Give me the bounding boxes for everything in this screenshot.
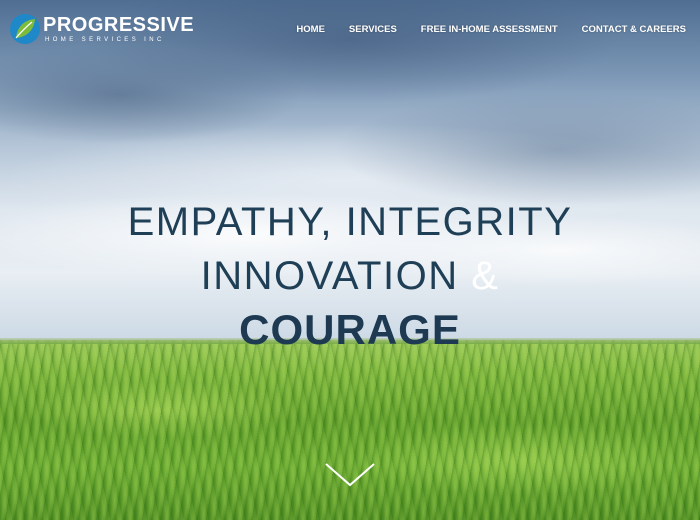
leaf-circle-icon <box>10 14 40 44</box>
nav-home[interactable]: HOME <box>296 24 325 35</box>
site-logo[interactable]: PROGRESSIVE HOME SERVICES INC <box>9 13 194 49</box>
nav-free-assessment[interactable]: FREE IN-HOME ASSESSMENT <box>421 24 558 35</box>
logo-subtitle: HOME SERVICES INC <box>45 37 165 43</box>
hero-headline-line1: EMPATHY, INTEGRITY <box>127 200 573 244</box>
hero-section: PROGRESSIVE HOME SERVICES INC HOME SERVI… <box>0 0 700 520</box>
main-nav: HOME SERVICES FREE IN-HOME ASSESSMENT CO… <box>296 24 686 35</box>
hero-headline-innovation: INNOVATION <box>200 254 459 298</box>
logo-name: PROGRESSIVE <box>43 14 195 36</box>
chevron-down-icon[interactable] <box>324 462 376 488</box>
hero-headline-line3: COURAGE <box>239 306 461 353</box>
nav-services[interactable]: SERVICES <box>349 24 397 35</box>
nav-contact-careers[interactable]: CONTACT & CAREERS <box>582 24 686 35</box>
hero-headline-line2: INNOVATION & <box>0 254 700 299</box>
hero-headline-ampersand: & <box>471 254 500 298</box>
grass-field-background <box>0 340 700 520</box>
